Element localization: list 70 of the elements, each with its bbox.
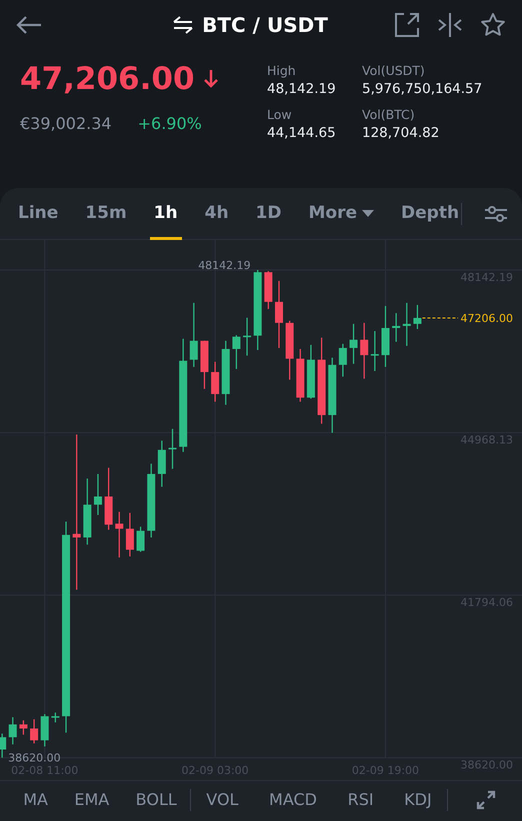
candlestick bbox=[8, 717, 17, 744]
candlestick bbox=[402, 302, 411, 346]
candlestick bbox=[392, 313, 400, 342]
leader-line bbox=[422, 317, 458, 318]
caret-icon bbox=[362, 210, 374, 218]
candlestick bbox=[51, 712, 60, 722]
candlestick bbox=[40, 714, 49, 746]
candlestick bbox=[126, 512, 134, 556]
low-price-label: 38620.00 bbox=[8, 752, 61, 765]
back-icon[interactable] bbox=[16, 15, 42, 35]
candlestick bbox=[306, 344, 315, 399]
candlestick bbox=[338, 344, 347, 377]
stat-label: Vol(USDT) bbox=[362, 62, 426, 80]
candlestick bbox=[296, 349, 304, 402]
swap-icon[interactable] bbox=[172, 16, 194, 34]
candlestick bbox=[83, 478, 92, 545]
high-price-label: 48142.19 bbox=[198, 259, 251, 272]
interval-tab[interactable]: Line bbox=[18, 188, 58, 240]
star-icon[interactable] bbox=[480, 12, 506, 38]
candlestick bbox=[136, 526, 145, 552]
candlestick bbox=[158, 440, 166, 487]
candlestick bbox=[370, 331, 379, 372]
stat-label: Low bbox=[267, 106, 293, 124]
pair-title: BTC / USDT bbox=[202, 12, 328, 39]
fullscreen-icon[interactable] bbox=[476, 790, 496, 810]
interval-tab[interactable]: 4h bbox=[204, 188, 229, 240]
candlestick bbox=[350, 324, 358, 364]
candlestick bbox=[413, 304, 422, 330]
candlestick bbox=[0, 734, 6, 758]
candlestick bbox=[243, 318, 252, 356]
collapse-arrows-icon[interactable] bbox=[436, 12, 464, 38]
candlestick bbox=[190, 302, 198, 367]
stat-value: 48,142.19 bbox=[267, 80, 337, 98]
last-price: 47,206.00 bbox=[20, 62, 195, 96]
interval-tab[interactable]: 15m bbox=[85, 188, 127, 240]
interval-tab[interactable]: 1D bbox=[256, 188, 282, 240]
candlestick bbox=[264, 271, 272, 310]
candlestick bbox=[200, 340, 208, 389]
indicator-button[interactable]: KDJ bbox=[404, 788, 432, 812]
interval-tab[interactable]: Depth bbox=[401, 188, 460, 240]
stat-value: 44,144.65 bbox=[267, 124, 337, 143]
price-change: +6.90% bbox=[138, 113, 202, 136]
stat-value: 5,976,750,164.57 bbox=[362, 80, 484, 98]
fiat-price: €39,002.34 bbox=[20, 113, 112, 136]
candlestick bbox=[30, 719, 38, 744]
settings-icon[interactable] bbox=[484, 204, 508, 222]
stat-value: 128,704.82 bbox=[362, 124, 440, 143]
candlestick bbox=[94, 474, 102, 515]
indicator-button[interactable]: VOL bbox=[206, 788, 238, 812]
indicator-button[interactable]: BOLL bbox=[136, 788, 177, 812]
candlestick bbox=[211, 362, 220, 402]
candlestick bbox=[168, 428, 176, 469]
indicator-button[interactable]: EMA bbox=[74, 788, 110, 812]
candlestick bbox=[286, 320, 294, 380]
more-dropdown[interactable]: More bbox=[308, 188, 374, 240]
indicator-button[interactable]: MACD bbox=[269, 788, 317, 812]
candlestick bbox=[104, 468, 113, 530]
indicator-button[interactable]: MA bbox=[23, 788, 48, 812]
stat-label: High bbox=[267, 62, 297, 80]
candlestick bbox=[115, 512, 124, 558]
current-price-label: 47206.00 bbox=[460, 312, 513, 325]
candlestick bbox=[360, 322, 368, 379]
indicator-button[interactable]: RSI bbox=[348, 788, 374, 812]
candlestick bbox=[19, 720, 28, 735]
candlestick bbox=[275, 280, 283, 348]
candlestick bbox=[232, 335, 240, 369]
stat-label: Vol(BTC) bbox=[362, 106, 416, 124]
external-link-icon[interactable] bbox=[394, 12, 420, 38]
candlestick bbox=[381, 306, 390, 367]
candlestick bbox=[222, 340, 230, 405]
